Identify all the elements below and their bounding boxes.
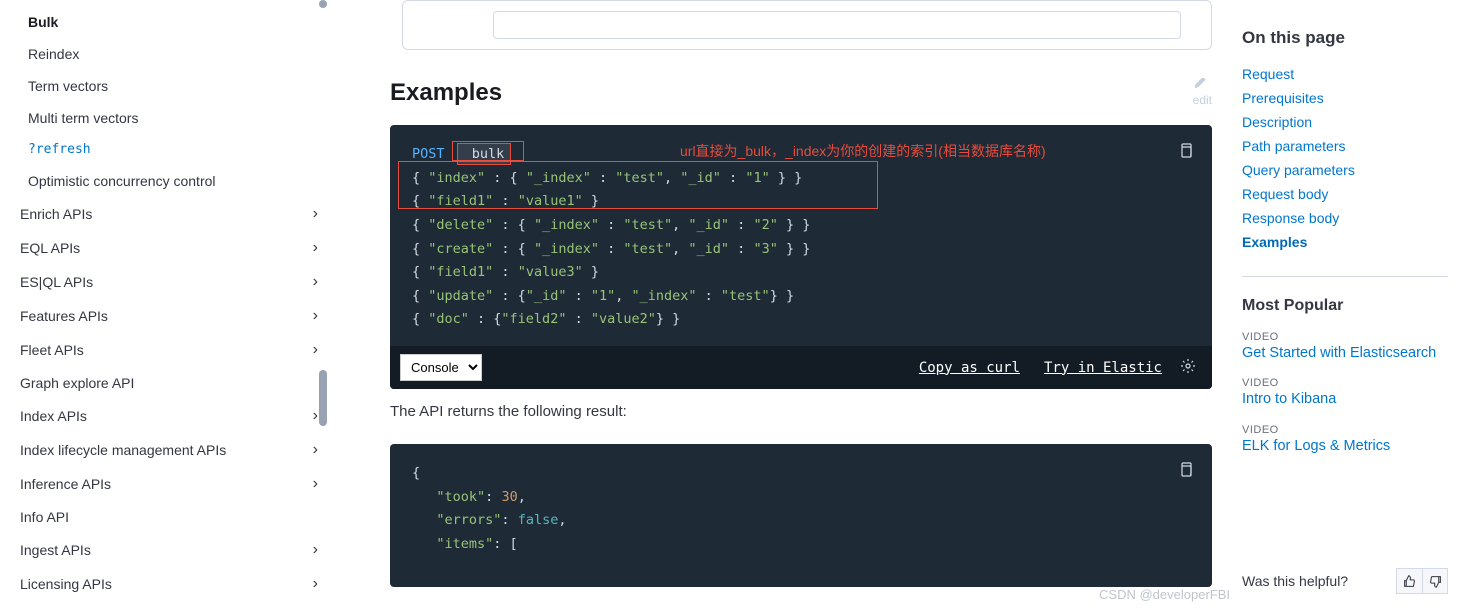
code-block-request: url直接为_bulk，_index为你的创建的索引(相当数据库名称) POST… <box>390 125 1212 389</box>
nav-item-label: EQL APIs <box>20 240 80 256</box>
toc-link[interactable]: Query parameters <box>1242 158 1448 182</box>
nav-item-label: Optimistic concurrency control <box>28 173 216 189</box>
popular-type: VIDEO <box>1242 331 1448 343</box>
nav-item[interactable]: Index lifecycle management APIs› <box>8 433 330 467</box>
toc-link[interactable]: Path parameters <box>1242 134 1448 158</box>
nav-item[interactable]: Index APIs› <box>8 399 330 433</box>
nav-item-label: Fleet APIs <box>20 342 84 358</box>
nav-item-label: Ingest APIs <box>20 542 91 558</box>
code-block-response: { "took": 30, "errors": false, "items": … <box>390 444 1212 587</box>
main-content: Examples edit url直接为_bulk，_index为你的创建的索引… <box>330 0 1242 608</box>
nav-item[interactable]: ?refresh <box>8 134 330 165</box>
nav-item[interactable]: Licensing APIs› <box>8 567 330 601</box>
nav-item-label: Index lifecycle management APIs <box>20 442 226 458</box>
prev-card-fragment <box>402 0 1212 50</box>
nav-item-label: Info API <box>20 509 69 525</box>
nav-item[interactable]: ES|QL APIs› <box>8 265 330 299</box>
try-in-elastic-link[interactable]: Try in Elastic <box>1044 360 1162 376</box>
popular-link[interactable]: Get Started with Elasticsearch <box>1242 343 1448 363</box>
section-heading: Examples <box>390 79 502 107</box>
toc-link[interactable]: Request body <box>1242 182 1448 206</box>
nav-item[interactable]: Inference APIs› <box>8 467 330 501</box>
nav-item[interactable]: Reindex <box>8 38 330 70</box>
nav-item-label: Index APIs <box>20 408 87 424</box>
console-select[interactable]: Console <box>400 354 482 381</box>
nav-item[interactable]: Ingest APIs› <box>8 533 330 567</box>
gear-icon[interactable] <box>1180 358 1196 378</box>
divider <box>1242 276 1448 277</box>
edit-link[interactable]: edit <box>1193 78 1212 107</box>
popular-link[interactable]: Intro to Kibana <box>1242 389 1448 409</box>
nav-item-label: Licensing APIs <box>20 576 112 592</box>
nav-item[interactable]: Features APIs› <box>8 299 330 333</box>
nav-item-label: Features APIs <box>20 308 108 324</box>
nav-item-label: Graph explore API <box>20 375 134 391</box>
nav-item[interactable]: Bulk <box>8 6 330 38</box>
toc-link[interactable]: Description <box>1242 110 1448 134</box>
nav-item[interactable]: Enrich APIs› <box>8 197 330 231</box>
nav-item[interactable]: EQL APIs› <box>8 231 330 265</box>
toc-heading: On this page <box>1242 28 1448 48</box>
left-nav: Bulk Reindex Term vectors Multi term vector… <box>0 0 330 608</box>
popular-item: VIDEOGet Started with Elasticsearch <box>1242 331 1448 363</box>
popular-type: VIDEO <box>1242 377 1448 389</box>
popular-link[interactable]: ELK for Logs & Metrics <box>1242 436 1448 456</box>
annotation-text: url直接为_bulk，_index为你的创建的索引(相当数据库名称) <box>680 139 1046 164</box>
watermark: CSDN @developerFBI <box>1099 587 1230 602</box>
popular-item: VIDEOELK for Logs & Metrics <box>1242 424 1448 456</box>
popular-item: VIDEOIntro to Kibana <box>1242 377 1448 409</box>
nav-item[interactable]: Graph explore API <box>8 367 330 399</box>
red-box-endpoint <box>452 141 524 161</box>
nav-item-label: ES|QL APIs <box>20 274 93 290</box>
feedback-question: Was this helpful? <box>1242 573 1348 589</box>
toc-link[interactable]: Examples <box>1242 230 1448 254</box>
feedback-bar: Was this helpful? <box>1242 568 1448 594</box>
copy-as-curl-link[interactable]: Copy as curl <box>919 360 1020 376</box>
copy-icon[interactable] <box>1178 462 1194 487</box>
nav-item[interactable]: Term vectors <box>8 70 330 102</box>
toc-link[interactable]: Prerequisites <box>1242 86 1448 110</box>
nav-item-label: Enrich APIs <box>20 206 92 222</box>
result-paragraph: The API returns the following result: <box>390 403 1212 420</box>
nav-item-label: Term vectors <box>28 78 108 94</box>
thumbs-down-icon <box>1429 575 1442 588</box>
nav-item[interactable]: Info API <box>8 501 330 533</box>
thumbs-down-button[interactable] <box>1422 568 1448 594</box>
copy-icon[interactable] <box>1178 143 1194 168</box>
nav-item[interactable]: Optimistic concurrency control <box>8 165 330 197</box>
thumbs-up-icon <box>1403 575 1416 588</box>
nav-item[interactable]: Multi term vectors <box>8 102 330 134</box>
code-toolbar: Console Copy as curl Try in Elastic <box>390 346 1212 389</box>
nav-item-label: Inference APIs <box>20 476 111 492</box>
thumbs-up-button[interactable] <box>1396 568 1422 594</box>
popular-type: VIDEO <box>1242 424 1448 436</box>
pencil-icon <box>1195 78 1209 92</box>
popular-heading: Most Popular <box>1242 297 1448 315</box>
nav-item[interactable]: Fleet APIs› <box>8 333 330 367</box>
sidebar-scrollbar[interactable] <box>314 0 330 608</box>
nav-item-label: Bulk <box>28 14 58 30</box>
toc-link[interactable]: Response body <box>1242 206 1448 230</box>
nav-item-label: ?refresh <box>28 142 91 157</box>
right-sidebar: On this page RequestPrerequisitesDescrip… <box>1242 0 1460 608</box>
nav-item-label: Multi term vectors <box>28 110 138 126</box>
red-box-body <box>398 161 878 209</box>
nav-item-label: Reindex <box>28 46 79 62</box>
toc-link[interactable]: Request <box>1242 62 1448 86</box>
